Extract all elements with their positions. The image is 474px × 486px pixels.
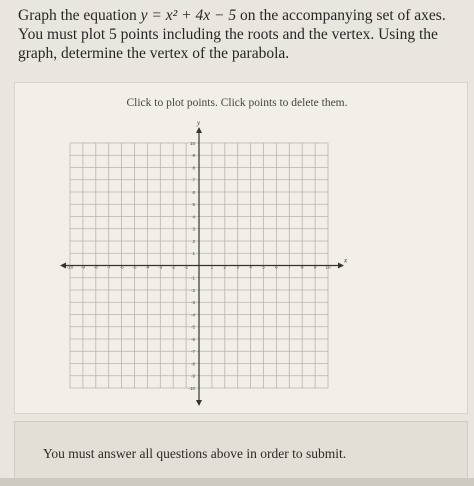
question-equation: y = x² + 4x − 5 bbox=[140, 7, 237, 24]
x-axis-arrow-left bbox=[60, 262, 66, 269]
y-tick-label: -3 bbox=[191, 300, 195, 305]
bottom-bar bbox=[0, 478, 474, 486]
y-tick-label: -9 bbox=[191, 374, 195, 379]
x-tick-label: -7 bbox=[107, 265, 111, 270]
y-tick-label: -7 bbox=[191, 349, 195, 354]
x-tick-label: -8 bbox=[94, 265, 98, 270]
y-tick-label: -4 bbox=[191, 312, 195, 317]
y-tick-label: -1 bbox=[191, 276, 195, 281]
submit-notice: You must answer all questions above in o… bbox=[43, 446, 347, 461]
x-tick-label: -9 bbox=[81, 265, 85, 270]
y-tick-label: -5 bbox=[191, 325, 195, 330]
y-tick-label: -10 bbox=[188, 386, 195, 391]
x-tick-label: -5 bbox=[132, 265, 136, 270]
coordinate-grid[interactable]: xy-10 -9 -8 -7 -6 -5 -4 -3 -2 -1 1 2 3 4 5 6 7 8 9 10109876… bbox=[60, 118, 360, 410]
x-tick-label: -2 bbox=[171, 265, 175, 270]
y-tick-label: -8 bbox=[191, 361, 195, 366]
y-axis-arrow-up bbox=[196, 127, 202, 133]
graph-instructions: Click to plot points. Click points to de… bbox=[126, 97, 348, 109]
x-tick-label: -4 bbox=[145, 265, 149, 270]
x-axis-label: x bbox=[343, 257, 348, 265]
y-tick-label: -2 bbox=[191, 288, 195, 293]
question-text: Graph the equation y = x² + 4x − 5 on th… bbox=[18, 6, 468, 63]
x-tick-label: -6 bbox=[120, 265, 124, 270]
y-axis-label: y bbox=[196, 119, 201, 127]
x-tick-label: -3 bbox=[158, 265, 162, 270]
y-tick-label: -6 bbox=[191, 337, 195, 342]
question-prefix: Graph the equation bbox=[18, 7, 141, 24]
y-axis-arrow-down bbox=[196, 400, 202, 406]
y-tick-label: 10 bbox=[190, 141, 196, 146]
x-tick-label: -10 bbox=[67, 265, 74, 270]
x-tick-label: 10 bbox=[325, 265, 331, 270]
x-tick-label: -1 bbox=[184, 265, 188, 270]
